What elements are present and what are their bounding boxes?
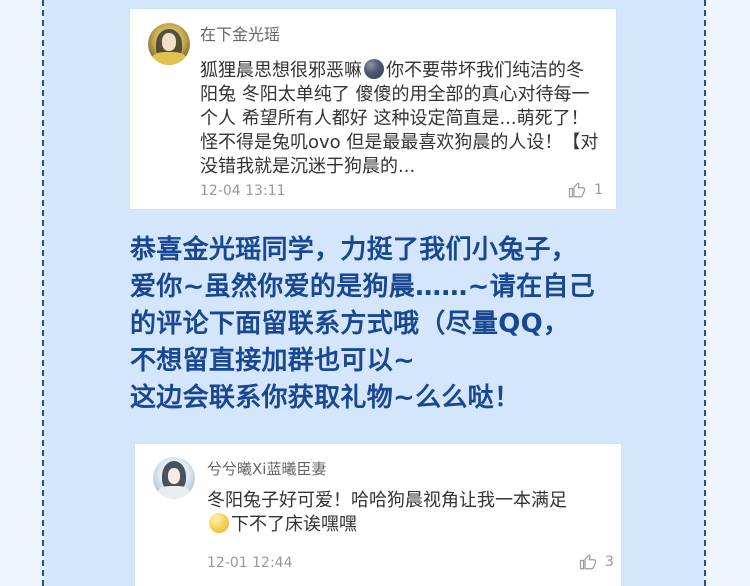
avatar-face-shape <box>162 33 176 51</box>
comment-timestamp: 12-04 13:11 <box>200 183 286 199</box>
thumb-up-icon[interactable] <box>579 553 597 571</box>
smile-face-emoji-icon <box>209 513 229 533</box>
dark-face-emoji-icon <box>364 59 384 79</box>
announcement-line: 的评论下面留联系方式哦（尽量QQ， <box>130 309 570 339</box>
avatar[interactable] <box>153 457 195 499</box>
avatar-robe-shape <box>158 486 190 499</box>
like-count: 1 <box>594 182 603 198</box>
comment-card-2: 兮兮曦Xi蓝曦臣妻 冬阳兔子好可爱！哈哈狗晨视角让我一本满足 下不了床诶嘿嘿 1… <box>135 444 621 586</box>
left-dashed-border <box>42 0 44 586</box>
comment-text-segment: 下不了床诶嘿嘿 <box>231 514 357 535</box>
comment-text-segment: 冬阳兔子好可爱！哈哈狗晨视角让我一本满足 <box>207 490 567 511</box>
announcement-line: 爱你~虽然你爱的是狗晨……~请在自己 <box>130 272 595 302</box>
like-count: 3 <box>605 554 614 570</box>
avatar-robe-shape <box>152 52 186 65</box>
like-button[interactable]: 1 <box>568 181 603 199</box>
announcement-text: 恭喜金光瑶同学，力挺了我们小兔子， 爱你~虽然你爱的是狗晨……~请在自己 的评论… <box>130 232 650 417</box>
thumb-up-icon[interactable] <box>568 181 586 199</box>
avatar-face-shape <box>168 468 180 484</box>
comment-username[interactable]: 兮兮曦Xi蓝曦臣妻 <box>207 459 326 479</box>
comment-text: 狐狸晨思想很邪恶嘛 你不要带坏我们纯洁的冬阳兔 冬阳太单纯了 傻傻的用全部的真心对… <box>200 59 600 179</box>
announcement-line: 这边会联系你获取礼物~么么哒！ <box>130 383 521 413</box>
comment-card-1: 在下金光瑶 狐狸晨思想很邪恶嘛 你不要带坏我们纯洁的冬阳兔 冬阳太单纯了 傻傻的用… <box>130 9 616 209</box>
avatar[interactable] <box>148 23 190 65</box>
comment-timestamp: 12-01 12:44 <box>207 555 293 571</box>
like-button[interactable]: 3 <box>579 553 614 571</box>
right-dashed-border <box>704 0 706 586</box>
announcement-line: 不想留直接加群也可以~ <box>130 346 416 376</box>
comment-username[interactable]: 在下金光瑶 <box>200 25 280 45</box>
comment-text-segment: 狐狸晨思想很邪恶嘛 <box>200 60 362 81</box>
announcement-line: 恭喜金光瑶同学，力挺了我们小兔子， <box>130 235 578 265</box>
comment-text: 冬阳兔子好可爱！哈哈狗晨视角让我一本满足 下不了床诶嘿嘿 <box>207 489 607 537</box>
